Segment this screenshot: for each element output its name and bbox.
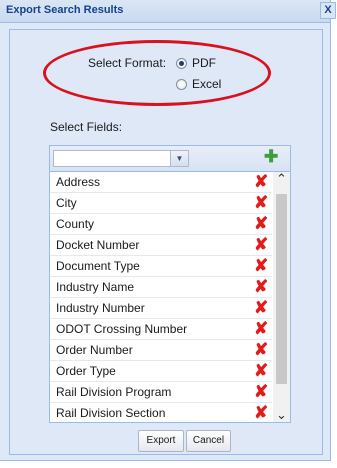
dialog-title: Export Search Results xyxy=(6,4,124,16)
field-name: City xyxy=(56,196,77,210)
delete-icon[interactable]: ✘ xyxy=(254,341,268,359)
list-item: City ✘ xyxy=(50,193,272,214)
field-name: Rail Division Program xyxy=(56,385,172,399)
delete-icon[interactable]: ✘ xyxy=(254,362,268,380)
field-combo[interactable]: ▼ xyxy=(53,150,189,167)
delete-icon[interactable]: ✘ xyxy=(254,215,268,233)
select-fields-label: Select Fields: xyxy=(50,120,123,134)
list-item: Rail Division Section ✘ xyxy=(50,403,272,422)
dialog-titlebar[interactable]: Export Search Results X xyxy=(0,0,336,23)
delete-icon[interactable]: ✘ xyxy=(254,173,268,191)
delete-icon[interactable]: ✘ xyxy=(254,299,268,317)
field-name: Industry Number xyxy=(56,301,145,315)
list-item: ODOT Crossing Number ✘ xyxy=(50,319,272,340)
list-item: Docket Number ✘ xyxy=(50,235,272,256)
close-icon[interactable]: X xyxy=(320,2,336,19)
delete-icon[interactable]: ✘ xyxy=(254,320,268,338)
delete-icon[interactable]: ✘ xyxy=(254,278,268,296)
format-option-pdf[interactable]: PDF xyxy=(176,56,216,70)
list-scrollbar[interactable]: ⌃ ⌄ xyxy=(273,172,290,422)
field-name: Docket Number xyxy=(56,238,140,252)
chevron-down-icon[interactable]: ▼ xyxy=(170,151,188,166)
field-name: Order Number xyxy=(56,343,133,357)
field-name: Document Type xyxy=(56,259,140,273)
scroll-down-icon[interactable]: ⌄ xyxy=(273,408,290,422)
select-format-label: Select Format: xyxy=(88,56,167,70)
scroll-up-icon[interactable]: ⌃ xyxy=(273,172,290,186)
list-item: Industry Number ✘ xyxy=(50,298,272,319)
fields-list: Address ✘ City ✘ County ✘ Docket Number … xyxy=(50,172,272,422)
excel-radio-label: Excel xyxy=(192,77,222,91)
field-name: ODOT Crossing Number xyxy=(56,322,188,336)
export-button[interactable]: Export xyxy=(138,430,184,452)
delete-icon[interactable]: ✘ xyxy=(254,404,268,422)
delete-icon[interactable]: ✘ xyxy=(254,236,268,254)
delete-icon[interactable]: ✘ xyxy=(254,257,268,275)
list-item: County ✘ xyxy=(50,214,272,235)
fields-toolbar: ▼ ✚ xyxy=(50,146,290,172)
pdf-radio-label: PDF xyxy=(192,56,216,70)
delete-icon[interactable]: ✘ xyxy=(254,383,268,401)
list-item: Rail Division Program ✘ xyxy=(50,382,272,403)
field-name: Rail Division Section xyxy=(56,406,166,420)
excel-radio[interactable] xyxy=(176,78,187,90)
export-dialog: Export Search Results X Select Format: P… xyxy=(0,0,336,461)
format-option-excel[interactable]: Excel xyxy=(176,77,221,91)
field-name: County xyxy=(56,217,95,231)
cancel-button[interactable]: Cancel xyxy=(186,430,231,452)
plus-icon[interactable]: ✚ xyxy=(264,148,278,165)
list-item: Order Number ✘ xyxy=(50,340,272,361)
field-name: Address xyxy=(56,175,101,189)
pdf-radio[interactable] xyxy=(176,57,187,69)
list-item: Document Type ✘ xyxy=(50,256,272,277)
list-item: Order Type ✘ xyxy=(50,361,272,382)
fields-list-panel: ▼ ✚ Address ✘ City ✘ County ✘ Docket Num… xyxy=(49,145,291,423)
scrollbar-thumb[interactable] xyxy=(276,194,287,384)
delete-icon[interactable]: ✘ xyxy=(254,194,268,212)
list-item: Industry Name ✘ xyxy=(50,277,272,298)
field-name: Industry Name xyxy=(56,280,135,294)
field-name: Order Type xyxy=(56,364,116,378)
list-item: Address ✘ xyxy=(50,172,272,193)
